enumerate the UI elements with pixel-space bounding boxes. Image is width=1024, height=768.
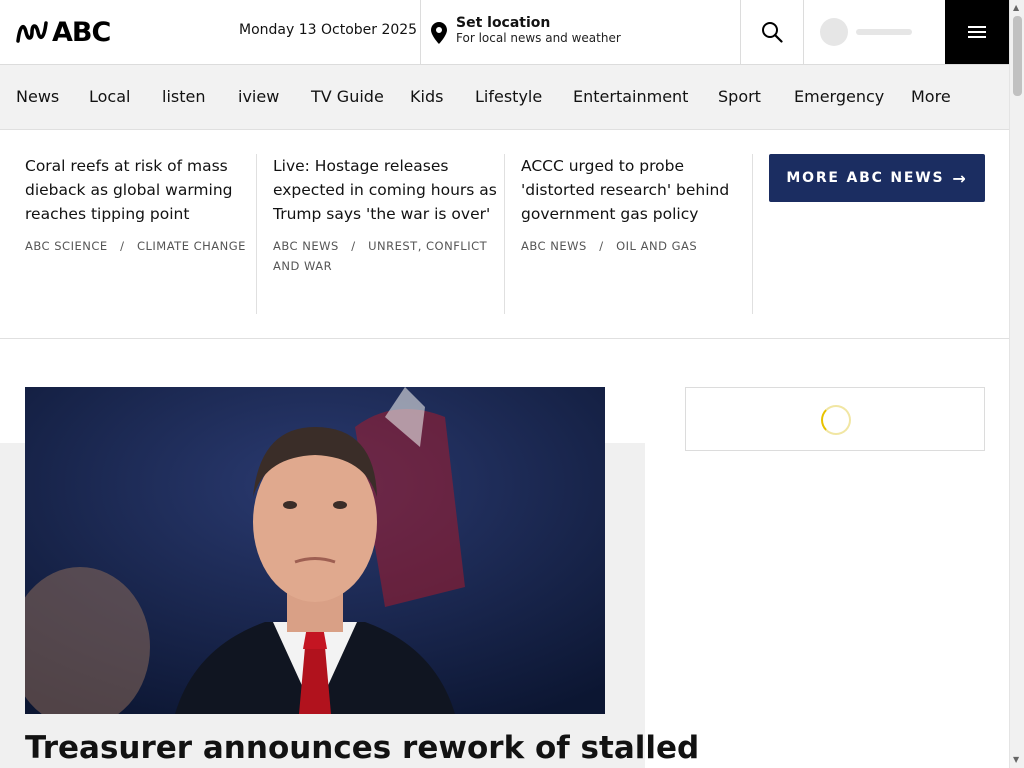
hamburger-icon (968, 23, 986, 41)
location-title: Set location (456, 15, 551, 31)
nav-item-kids[interactable]: Kids (410, 87, 443, 106)
menu-button[interactable] (945, 0, 1009, 64)
abc-lissajous-icon (16, 21, 48, 43)
logo-text: ABC (52, 16, 111, 48)
set-location-button[interactable]: Set location For local news and weather (420, 0, 741, 64)
location-pin-icon (431, 22, 447, 44)
story-title[interactable]: Coral reefs at risk of mass dieback as g… (25, 154, 257, 226)
search-button[interactable] (740, 0, 804, 64)
abc-logo[interactable]: ABC (16, 16, 111, 48)
story-title[interactable]: Live: Hostage releases expected in comin… (273, 154, 505, 226)
avatar-placeholder[interactable] (820, 18, 848, 46)
story-meta: ABC NEWS / OIL AND GAS (521, 236, 753, 256)
nav-item-lifestyle[interactable]: Lifestyle (475, 87, 542, 106)
top-story-card: ACCC urged to probe 'distorted research'… (521, 154, 753, 256)
nav-item-entertainment[interactable]: Entertainment (573, 87, 688, 106)
loading-panel (685, 387, 985, 451)
more-button-label: MORE ABC NEWS (786, 170, 945, 186)
story-source[interactable]: ABC SCIENCE (25, 239, 108, 253)
top-story-card: Coral reefs at risk of mass dieback as g… (25, 154, 257, 256)
story-divider (504, 154, 505, 314)
meta-separator: / (590, 239, 612, 253)
scroll-up-icon[interactable]: ▲ (1013, 3, 1019, 12)
top-story-card: Live: Hostage releases expected in comin… (273, 154, 505, 276)
main-nav: News Local listen iview TV Guide Kids Li… (0, 65, 1009, 130)
story-source[interactable]: ABC NEWS (521, 239, 587, 253)
story-topic[interactable]: OIL AND GAS (616, 239, 697, 253)
lead-story-headline[interactable]: Treasurer announces rework of stalled (25, 728, 699, 768)
story-meta: ABC NEWS / UNREST, CONFLICT AND WAR (273, 236, 505, 276)
lead-story-image[interactable] (25, 387, 605, 714)
meta-separator: / (342, 239, 364, 253)
loading-spinner-icon (821, 405, 851, 435)
nav-item-tv-guide[interactable]: TV Guide (311, 87, 384, 106)
story-divider (256, 154, 257, 314)
arrow-right-icon: → (952, 168, 968, 188)
username-placeholder (856, 29, 912, 35)
story-meta: ABC SCIENCE / CLIMATE CHANGE (25, 236, 257, 256)
nav-item-more[interactable]: More (911, 87, 951, 106)
nav-item-emergency[interactable]: Emergency (794, 87, 884, 106)
story-topic[interactable]: CLIMATE CHANGE (137, 239, 246, 253)
scroll-down-icon[interactable]: ▼ (1013, 755, 1019, 764)
nav-item-listen[interactable]: listen (162, 87, 205, 106)
location-subtitle: For local news and weather (456, 31, 621, 45)
more-abc-news-button[interactable]: MORE ABC NEWS → (769, 154, 985, 202)
story-divider (752, 154, 753, 314)
search-icon (762, 22, 783, 43)
scrollbar-thumb[interactable] (1013, 16, 1022, 96)
nav-item-news[interactable]: News (16, 87, 59, 106)
top-stories-strip: Coral reefs at risk of mass dieback as g… (0, 130, 1009, 339)
nav-item-iview[interactable]: iview (238, 87, 279, 106)
story-source[interactable]: ABC NEWS (273, 239, 339, 253)
nav-item-sport[interactable]: Sport (718, 87, 761, 106)
treasurer-photo (25, 387, 605, 714)
site-header: ABC Monday 13 October 2025 Set location … (0, 0, 1009, 65)
meta-separator: / (111, 239, 133, 253)
nav-item-local[interactable]: Local (89, 87, 130, 106)
current-date: Monday 13 October 2025 (239, 22, 418, 38)
scrollbar[interactable]: ▲ ▼ (1009, 0, 1024, 768)
story-title[interactable]: ACCC urged to probe 'distorted research'… (521, 154, 753, 226)
